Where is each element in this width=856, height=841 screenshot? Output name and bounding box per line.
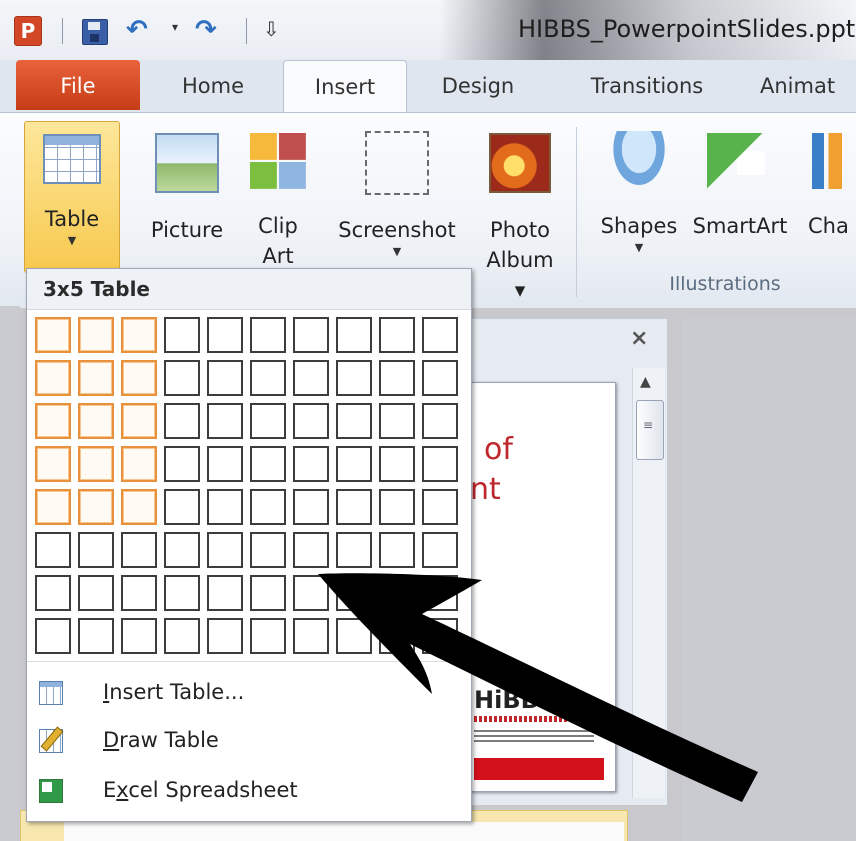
- arrow-shape: [318, 573, 758, 802]
- annotation-arrow-icon: [318, 573, 758, 802]
- powerpoint-window: P ↶ ▾ ↷ ⇩ HIBBS_PowerpointSlides.ppt Fil…: [0, 0, 856, 841]
